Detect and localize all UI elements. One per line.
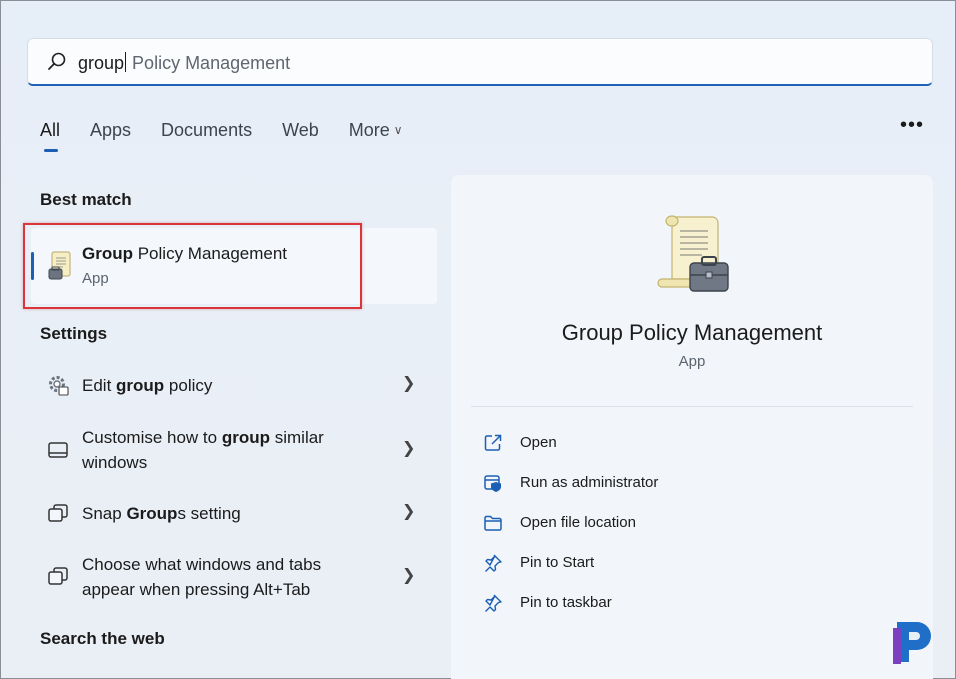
setting-label-bold: group [221,428,270,447]
selection-indicator [31,252,34,280]
group-policy-large-icon [657,215,729,292]
tab-more[interactable]: More ∨ [349,120,403,150]
tab-documents[interactable]: Documents [161,120,252,150]
action-run-as-administrator[interactable]: Run as administrator [481,471,711,497]
best-match-title: Group Policy Management [82,244,287,264]
best-match-title-rest: Policy Management [133,244,288,263]
pin-icon [485,554,502,572]
setting-label: Edit group policy [82,373,382,398]
search-box[interactable]: group Policy Management [27,38,933,86]
chevron-right-icon: ❯ [402,375,416,392]
filter-tabs: All Apps Documents Web More ∨ [40,120,433,152]
search-the-web-heading: Search the web [40,629,165,648]
chevron-right-icon: ❯ [402,440,416,457]
group-policy-app-icon [48,251,71,280]
tab-apps[interactable]: Apps [90,120,131,150]
tab-all[interactable]: All [40,120,60,152]
best-match-heading: Best match [40,190,132,209]
text-caret [125,52,127,72]
shield-icon [484,475,501,492]
best-match-type: App [82,270,109,287]
setting-label-post: policy [164,376,213,395]
divider [471,406,913,407]
watermark-logo [893,622,931,664]
detail-title: Group Policy Management [561,320,823,345]
chevron-right-icon: ❯ [402,503,416,520]
chevron-right-icon: ❯ [402,567,416,584]
chevron-down-icon: ∨ [393,123,403,137]
setting-item-alt-tab[interactable]: Choose what windows and tabs appear when… [31,550,437,606]
open-external-icon [484,434,502,451]
more-options-button[interactable]: ••• [900,114,924,137]
search-icon [48,52,66,70]
action-label: Open file location [520,514,636,531]
action-label: Pin to taskbar [520,594,612,611]
best-match-title-bold: Group [82,244,133,263]
search-suggestion-text: Policy Management [127,53,291,73]
setting-label: Choose what windows and tabs appear when… [82,552,352,602]
setting-label-pre: Choose what windows and tabs appear when… [82,555,322,599]
setting-item-snap-groups[interactable]: Snap Groups setting ❯ [31,493,437,533]
action-pin-to-taskbar[interactable]: Pin to taskbar [481,591,681,617]
folder-icon [484,515,502,531]
windows-icon [48,567,68,585]
search-typed-text: group [78,53,125,73]
action-label: Open [520,434,557,451]
pin-icon [485,594,502,612]
settings-heading: Settings [40,324,108,343]
best-match-item[interactable]: Group Policy Management App [31,228,437,304]
tab-web[interactable]: Web [282,120,319,150]
setting-label-bold: Group [126,504,178,523]
action-open-file-location[interactable]: Open file location [481,511,711,537]
setting-item-customise-grouping[interactable]: Customise how to group similar windows ❯ [31,423,437,479]
setting-label: Customise how to group similar windows [82,425,382,475]
snap-icon [48,504,68,522]
setting-label-post: s setting [177,504,241,523]
action-label: Run as administrator [520,474,659,491]
setting-label-pre: Snap [82,504,127,523]
setting-label: Snap Groups setting [82,501,382,526]
gear-icon [49,376,69,396]
tab-more-label: More [348,120,390,140]
setting-label-pre: Edit [82,376,117,395]
setting-label-bold: group [116,376,165,395]
detail-type: App [678,353,706,370]
detail-panel: Group Policy Management App Open Run as … [451,175,933,679]
taskbar-icon [48,442,68,458]
action-pin-to-start[interactable]: Pin to Start [481,551,681,577]
search-input[interactable]: group Policy Management [78,52,290,74]
action-open[interactable]: Open [481,431,681,457]
setting-label-pre: Customise how to [82,428,222,447]
action-label: Pin to Start [520,554,595,571]
setting-item-edit-group-policy[interactable]: Edit group policy ❯ [31,363,437,407]
